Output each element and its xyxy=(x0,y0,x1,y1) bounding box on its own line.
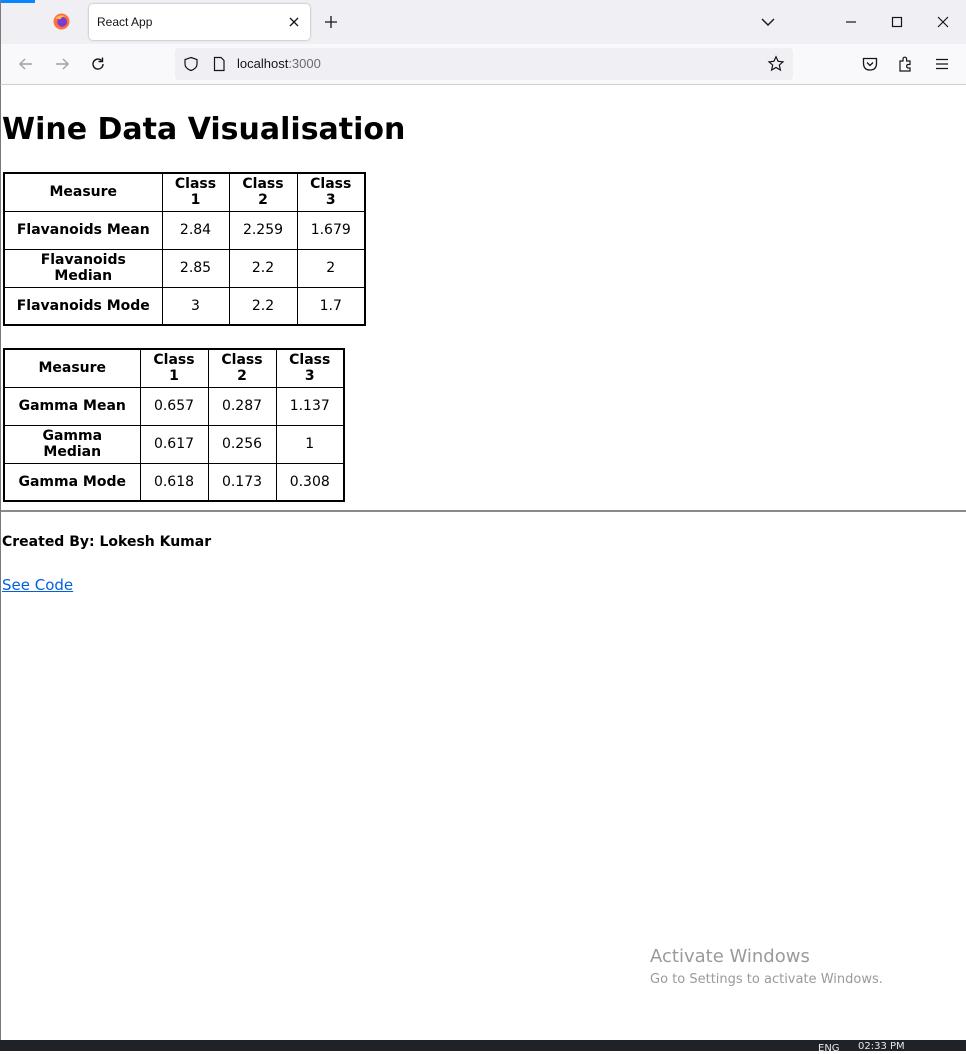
tray-language[interactable]: ENG xyxy=(818,1044,840,1054)
url-port: :3000 xyxy=(288,56,321,71)
page-viewport: Wine Data Visualisation Measure Class 1 … xyxy=(0,85,966,1040)
reload-icon[interactable] xyxy=(89,55,107,73)
url-bar[interactable]: localhost:3000 xyxy=(175,48,793,80)
forward-arrow-icon[interactable] xyxy=(53,55,71,73)
column-header: Measure xyxy=(3,172,163,212)
column-header: Class 2 xyxy=(207,348,277,388)
minimize-icon[interactable] xyxy=(843,14,859,30)
author-credit: Created By: Lokesh Kumar xyxy=(2,534,212,550)
row-label: Gamma Mean xyxy=(3,386,141,426)
column-header: Class 1 xyxy=(139,348,209,388)
browser-nav-bar: localhost:3000 xyxy=(0,44,966,85)
row-label: Gamma Median xyxy=(3,424,141,464)
back-arrow-icon[interactable] xyxy=(17,55,35,73)
table-cell: 3 xyxy=(161,286,230,326)
table-cell: 2.259 xyxy=(228,210,298,250)
table-cell: 0.173 xyxy=(207,462,277,502)
row-label: Flavanoids Mode xyxy=(3,286,163,326)
activation-watermark-subtitle: Go to Settings to activate Windows. xyxy=(650,972,883,987)
column-header: Class 3 xyxy=(296,172,366,212)
gamma-table: Measure Class 1 Class 2 Class 3 Gamma Me… xyxy=(3,348,345,502)
hamburger-menu-icon[interactable] xyxy=(933,55,951,73)
table-cell: 1 xyxy=(275,424,345,464)
activation-watermark-title: Activate Windows xyxy=(650,946,810,967)
table-cell: 0.287 xyxy=(207,386,277,426)
table-row: Gamma Median 0.617 0.256 1 xyxy=(3,424,345,464)
flavanoids-table: Measure Class 1 Class 2 Class 3 Flavanoi… xyxy=(3,172,366,326)
table-cell: 0.308 xyxy=(275,462,345,502)
table-cell: 2.84 xyxy=(161,210,230,250)
table-cell: 0.256 xyxy=(207,424,277,464)
horizontal-rule xyxy=(1,510,966,512)
page-title: Wine Data Visualisation xyxy=(2,112,406,147)
table-cell: 1.7 xyxy=(296,286,366,326)
row-label: Flavanoids Median xyxy=(3,248,163,288)
table-row: Gamma Mean 0.657 0.287 1.137 xyxy=(3,386,345,426)
table-header-row: Measure Class 1 Class 2 Class 3 xyxy=(3,172,366,212)
column-header: Measure xyxy=(3,348,141,388)
close-window-icon[interactable] xyxy=(935,14,951,30)
table-cell: 2 xyxy=(296,248,366,288)
row-label: Flavanoids Mean xyxy=(3,210,163,250)
table-cell: 0.618 xyxy=(139,462,209,502)
shield-icon[interactable] xyxy=(183,56,199,72)
firefox-icon[interactable] xyxy=(53,13,70,30)
table-cell: 1.137 xyxy=(275,386,345,426)
table-cell: 2.85 xyxy=(161,248,230,288)
table-row: Flavanoids Mean 2.84 2.259 1.679 xyxy=(3,210,366,250)
column-header: Class 3 xyxy=(275,348,345,388)
table-row: Flavanoids Mode 3 2.2 1.7 xyxy=(3,286,366,326)
table-cell: 2.2 xyxy=(228,286,298,326)
url-host: localhost xyxy=(237,56,289,71)
browser-tab-bar: React App xyxy=(0,0,966,44)
bookmark-star-icon[interactable] xyxy=(767,55,785,73)
table-row: Flavanoids Median 2.85 2.2 2 xyxy=(3,248,366,288)
extensions-icon[interactable] xyxy=(897,55,915,73)
table-cell: 0.617 xyxy=(139,424,209,464)
column-header: Class 2 xyxy=(228,172,298,212)
column-header: Class 1 xyxy=(161,172,230,212)
row-label: Gamma Mode xyxy=(3,462,141,502)
close-tab-icon[interactable] xyxy=(287,15,301,29)
tab-title: React App xyxy=(97,15,153,29)
table-header-row: Measure Class 1 Class 2 Class 3 xyxy=(3,348,345,388)
url-text[interactable]: localhost:3000 xyxy=(237,56,321,71)
table-cell: 0.657 xyxy=(139,386,209,426)
page-icon[interactable] xyxy=(211,56,227,72)
chevron-down-icon[interactable] xyxy=(760,15,776,29)
see-code-link[interactable]: See Code xyxy=(2,576,73,594)
pocket-icon[interactable] xyxy=(861,55,879,73)
tab-react-app[interactable]: React App xyxy=(89,4,310,40)
maximize-icon[interactable] xyxy=(889,14,905,30)
table-cell: 1.679 xyxy=(296,210,366,250)
table-row: Gamma Mode 0.618 0.173 0.308 xyxy=(3,462,345,502)
table-cell: 2.2 xyxy=(228,248,298,288)
active-window-indicator xyxy=(1,0,35,3)
new-tab-icon[interactable] xyxy=(323,14,339,30)
